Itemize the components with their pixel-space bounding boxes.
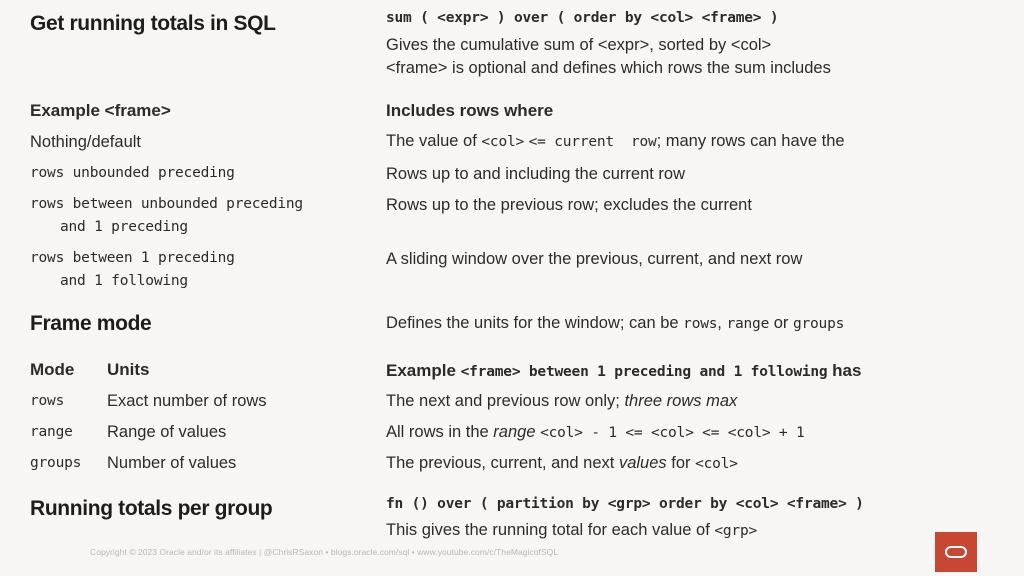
code-current-row: <= current row	[528, 134, 657, 150]
mode-example-1: All rows in the range <col> - 1 <= <col>…	[386, 423, 805, 442]
mode-example-1-italic: range	[493, 423, 536, 441]
mode-example-0: The next and previous row only; three ro…	[386, 392, 737, 411]
mode-value-2: groups	[30, 455, 82, 471]
sum-description-line-1: Gives the cumulative sum of <expr>, sort…	[386, 36, 772, 54]
frame-description-1: Rows up to and including the current row	[386, 165, 685, 183]
mode-example-1-lead: All rows in the	[386, 423, 494, 441]
frame-description-2: Rows up to the previous row; excludes th…	[386, 196, 752, 214]
page-title: Get running totals in SQL	[30, 12, 276, 35]
frame-description-3: A sliding window over the previous, curr…	[386, 250, 803, 268]
footer-copyright: Copyright © 2023 Oracle and/or its affil…	[90, 547, 559, 557]
code-col-0: <col>	[481, 134, 525, 150]
column-header-mode: Mode	[30, 360, 75, 379]
section-title-frame-mode: Frame mode	[30, 312, 152, 335]
sum-description-line-2: <frame> is optional and defines which ro…	[386, 59, 831, 77]
example-code: <frame> between 1 preceding and 1 follow…	[460, 364, 828, 380]
mode-example-2: The previous, current, and next values f…	[386, 454, 738, 473]
partition-signature-code: fn () over ( partition by <grp> order by…	[386, 496, 864, 512]
units-value-1: Range of values	[107, 423, 227, 441]
units-value-0: Exact number of rows	[107, 392, 267, 410]
code-rows: rows	[683, 316, 718, 332]
frame-expression-1: rows unbounded preceding	[30, 165, 235, 181]
mode-example-0-lead: The next and previous row only;	[386, 392, 625, 410]
column-header-units: Units	[107, 360, 150, 379]
example-label: Example	[386, 361, 461, 380]
mode-example-2-italic: values	[618, 454, 667, 472]
fm-desc-sep-2: or	[769, 314, 793, 332]
code-grp: <grp>	[714, 523, 758, 539]
sum-signature-code: sum ( <expr> ) over ( order by <col> <fr…	[386, 10, 779, 26]
column-header-example-frame: Example <frame>	[30, 101, 171, 120]
oracle-ring-icon	[945, 546, 967, 558]
code-groups: groups	[792, 316, 845, 332]
mode-example-2-mid: for	[666, 454, 696, 472]
mode-example-2-code: <col>	[695, 456, 738, 472]
units-value-2: Number of values	[107, 454, 237, 472]
frame-expression-2-continued: and 1 preceding	[60, 219, 188, 235]
frame-expression-3-continued: and 1 following	[60, 273, 188, 289]
mode-value-0: rows	[30, 393, 65, 409]
frame-mode-description: Defines the units for the window; can be…	[386, 314, 844, 333]
mode-example-2-lead: The previous, current, and next	[386, 454, 619, 472]
mode-value-1: range	[30, 424, 73, 440]
frame-expression-2: rows between unbounded preceding	[30, 196, 303, 212]
partition-description: This gives the running total for each va…	[386, 521, 757, 540]
example-tail: has	[827, 361, 862, 380]
slide-root: Get running totals in SQL sum ( <expr> )…	[0, 0, 1024, 576]
mode-example-0-italic: three rows max	[624, 392, 738, 410]
column-header-includes-rows-where: Includes rows where	[386, 101, 554, 120]
section-title-running-totals-per-group: Running totals per group	[30, 497, 273, 520]
partition-description-lead: This gives the running total for each va…	[386, 521, 715, 539]
frame-expression-3: rows between 1 preceding	[30, 250, 235, 266]
mode-example-1-code: <col> - 1 <= <col> <= <col> + 1	[540, 425, 805, 441]
frame-expression-0: Nothing/default	[30, 133, 141, 151]
fm-desc-lead: Defines the units for the window; can be	[386, 314, 684, 332]
oracle-logo	[935, 532, 977, 572]
column-header-example-frame-between: Example <frame> between 1 preceding and …	[386, 361, 861, 381]
frame-description-0: The value of <col> <= current row; many …	[386, 132, 845, 150]
code-range: range	[726, 316, 770, 332]
